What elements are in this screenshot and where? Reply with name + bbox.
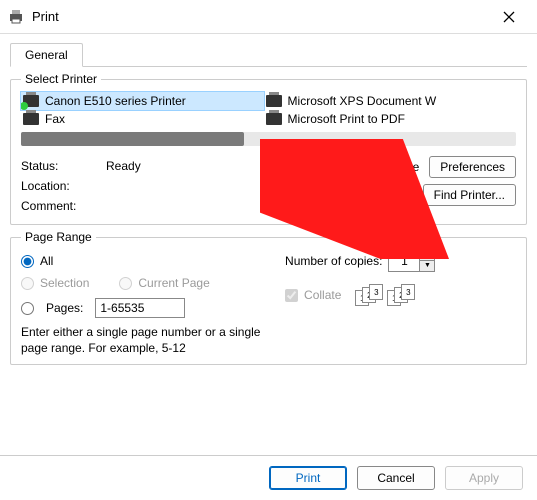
titlebar: Print — [0, 0, 537, 34]
copies-spinner[interactable]: ▲ ▼ — [388, 250, 435, 272]
printer-icon — [23, 95, 39, 107]
copies-label: Number of copies: — [285, 254, 382, 268]
tab-strip: General — [10, 42, 527, 67]
page-range-hint: Enter either a single page number or a s… — [21, 324, 271, 356]
pages-input[interactable] — [95, 298, 185, 318]
radio-current-page: Current Page — [119, 276, 209, 290]
printer-status-area: Status: Location: Comment: Ready Print t… — [21, 156, 516, 216]
printer-icon — [8, 9, 24, 25]
radio-all[interactable]: All — [21, 254, 275, 268]
radio-all-input[interactable] — [21, 255, 34, 268]
page-range-right: Number of copies: ▲ ▼ Collate — [275, 250, 516, 356]
print-button[interactable]: Print — [269, 466, 347, 490]
printer-right-column: Print to file Preferences Find Printer..… — [344, 156, 516, 216]
printer-item-fax[interactable]: Fax — [21, 110, 264, 128]
apply-button: Apply — [445, 466, 523, 490]
scrollbar-thumb[interactable] — [21, 132, 244, 146]
printer-icon — [23, 113, 39, 125]
copies-up-button[interactable]: ▲ — [420, 251, 434, 261]
location-label: Location: — [21, 176, 106, 196]
status-value: Ready — [106, 156, 344, 176]
find-printer-button[interactable]: Find Printer... — [423, 184, 516, 206]
preferences-button[interactable]: Preferences — [429, 156, 516, 178]
page-range-left: All Selection Current Page Pages: — [21, 250, 275, 356]
close-icon — [503, 11, 515, 23]
collate-label: Collate — [304, 288, 341, 302]
dialog-content: General Select Printer Canon E510 series… — [0, 34, 537, 365]
dialog-footer: Print Cancel Apply — [0, 455, 537, 500]
group-title-page-range: Page Range — [21, 230, 96, 244]
radio-pages-input[interactable] — [21, 302, 34, 315]
comment-label: Comment: — [21, 196, 106, 216]
radio-current-page-label: Current Page — [138, 276, 209, 290]
close-button[interactable] — [489, 2, 529, 32]
print-to-file-checkbox[interactable]: Print to file — [344, 160, 420, 174]
printer-name: Microsoft XPS Document W — [288, 94, 437, 108]
collate-checkbox: Collate — [285, 288, 341, 302]
printer-list[interactable]: Canon E510 series Printer Microsoft XPS … — [21, 92, 516, 128]
copies-down-button[interactable]: ▼ — [420, 261, 434, 271]
cancel-button[interactable]: Cancel — [357, 466, 435, 490]
location-value — [106, 176, 344, 196]
comment-value — [106, 196, 344, 216]
radio-selection-label: Selection — [40, 276, 89, 290]
printer-item-xps[interactable]: Microsoft XPS Document W — [264, 92, 507, 110]
printer-name: Fax — [45, 112, 65, 126]
printer-icon — [266, 95, 282, 107]
printer-name: Microsoft Print to PDF — [288, 112, 405, 126]
radio-pages-label: Pages: — [46, 301, 83, 315]
printer-list-scrollbar[interactable] — [21, 132, 516, 146]
radio-selection: Selection — [21, 276, 89, 290]
tab-general[interactable]: General — [10, 43, 83, 67]
status-labels: Status: Location: Comment: — [21, 156, 106, 216]
group-title-select-printer: Select Printer — [21, 72, 101, 86]
group-page-range: Page Range All Selection Current Page — [10, 237, 527, 365]
radio-pages[interactable]: Pages: — [21, 298, 275, 318]
print-to-file-input[interactable] — [344, 161, 357, 174]
page-stack-icon: 1 2 3 — [387, 284, 415, 306]
radio-all-label: All — [40, 254, 53, 268]
radio-selection-input — [21, 277, 34, 290]
printer-item-pdf[interactable]: Microsoft Print to PDF — [264, 110, 507, 128]
status-label: Status: — [21, 156, 106, 176]
copies-value[interactable] — [389, 251, 419, 271]
print-to-file-label: Print to file — [363, 160, 420, 174]
printer-item-canon[interactable]: Canon E510 series Printer — [21, 92, 264, 110]
collate-input — [285, 289, 298, 302]
status-values: Ready — [106, 156, 344, 216]
group-select-printer: Select Printer Canon E510 series Printer… — [10, 79, 527, 225]
window-title: Print — [32, 9, 489, 24]
page-stack-icon: 1 2 3 — [355, 284, 383, 306]
printer-icon — [266, 113, 282, 125]
printer-name: Canon E510 series Printer — [45, 94, 186, 108]
radio-current-page-input — [119, 277, 132, 290]
collate-illustration: 1 2 3 1 2 3 — [355, 284, 415, 306]
